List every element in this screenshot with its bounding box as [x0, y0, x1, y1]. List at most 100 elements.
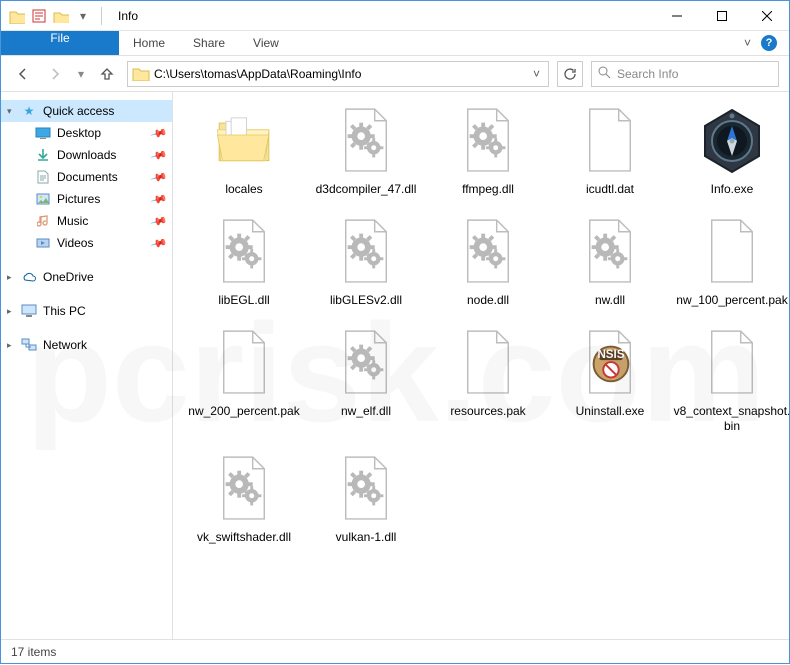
file-item[interactable]: ffmpeg.dll: [429, 104, 547, 197]
file-thumb: [326, 215, 406, 289]
sidebar-label: Videos: [57, 236, 93, 250]
pin-icon: 📌: [150, 190, 168, 208]
desktop-icon: [35, 125, 51, 141]
ribbon-tab-home[interactable]: Home: [119, 31, 179, 55]
file-item[interactable]: icudtl.dat: [551, 104, 669, 197]
sidebar-item-videos[interactable]: Videos📌: [1, 232, 172, 254]
file-item[interactable]: libGLESv2.dll: [307, 215, 425, 308]
file-list[interactable]: locales d3dcompiler_47.dll ffmpeg.dllicudt…: [173, 92, 789, 639]
file-item[interactable]: Info.exe: [673, 104, 789, 197]
file-item[interactable]: resources.pak: [429, 326, 547, 434]
address-bar[interactable]: C:\Users\tomas\AppData\Roaming\Info ˅: [127, 61, 549, 87]
navbar: ▾ C:\Users\tomas\AppData\Roaming\Info ˅ …: [1, 56, 789, 92]
ribbon-expand-icon[interactable]: ˅: [744, 36, 751, 50]
pin-icon: 📌: [150, 212, 168, 230]
qat-dropdown-icon[interactable]: ▾: [75, 8, 91, 24]
file-name: vk_swiftshader.dll: [197, 530, 291, 545]
ribbon-tab-share[interactable]: Share: [179, 31, 239, 55]
file-thumb: [326, 326, 406, 400]
new-folder-icon[interactable]: [53, 8, 69, 24]
sidebar-item-this-pc[interactable]: ▸ This PC: [1, 300, 172, 322]
sidebar-item-music[interactable]: Music📌: [1, 210, 172, 232]
file-name: d3dcompiler_47.dll: [316, 182, 417, 197]
address-dropdown-icon[interactable]: ˅: [529, 67, 544, 81]
ribbon-tab-file[interactable]: File: [1, 31, 119, 55]
sidebar-item-network[interactable]: ▸ Network: [1, 334, 172, 356]
file-thumb: [692, 104, 772, 178]
sidebar-item-downloads[interactable]: Downloads📌: [1, 144, 172, 166]
file-item[interactable]: node.dll: [429, 215, 547, 308]
pc-icon: [21, 303, 37, 319]
file-item[interactable]: nw.dll: [551, 215, 669, 308]
chevron-right-icon[interactable]: ▸: [7, 272, 12, 283]
file-item[interactable]: locales: [185, 104, 303, 197]
documents-icon: [35, 169, 51, 185]
maximize-button[interactable]: [699, 1, 744, 30]
window-title: Info: [114, 9, 654, 23]
sidebar-label: Desktop: [57, 126, 101, 140]
ribbon-tab-view[interactable]: View: [239, 31, 293, 55]
sidebar-item-onedrive[interactable]: ▸ OneDrive: [1, 266, 172, 288]
file-thumb: [692, 215, 772, 289]
main: ▾ ★ Quick access Desktop📌Downloads📌Docum…: [1, 92, 789, 639]
chevron-right-icon[interactable]: ▸: [7, 340, 12, 351]
file-thumb: [692, 326, 772, 400]
file-thumb: [448, 104, 528, 178]
sidebar-label: OneDrive: [43, 270, 94, 284]
file-item[interactable]: v8_context_snapshot.bin: [673, 326, 789, 434]
file-name: nw.dll: [595, 293, 625, 308]
up-button[interactable]: [95, 62, 119, 86]
chevron-right-icon[interactable]: ▸: [7, 306, 12, 317]
file-item[interactable]: nw_elf.dll: [307, 326, 425, 434]
file-thumb: [448, 326, 528, 400]
sidebar-label: Documents: [57, 170, 118, 184]
file-item[interactable]: vk_swiftshader.dll: [185, 452, 303, 545]
sidebar-label: This PC: [43, 304, 86, 318]
file-item[interactable]: d3dcompiler_47.dll: [307, 104, 425, 197]
pin-icon: 📌: [150, 124, 168, 142]
sidebar-item-documents[interactable]: Documents 📌: [1, 166, 172, 188]
minimize-button[interactable]: [654, 1, 699, 30]
file-thumb: [570, 104, 650, 178]
file-name: nw_100_percent.pak: [676, 293, 787, 308]
file-thumb: [570, 326, 650, 400]
file-item[interactable]: Uninstall.exe: [551, 326, 669, 434]
help-icon[interactable]: ?: [761, 35, 777, 51]
search-placeholder: Search Info: [617, 67, 678, 81]
refresh-button[interactable]: [557, 61, 583, 87]
back-button[interactable]: [11, 62, 35, 86]
pin-icon: 📌: [150, 168, 168, 186]
sidebar-item-desktop[interactable]: Desktop 📌: [1, 122, 172, 144]
file-item[interactable]: libEGL.dll: [185, 215, 303, 308]
search-icon: [598, 66, 611, 82]
file-item[interactable]: nw_200_percent.pak: [185, 326, 303, 434]
sidebar-label: Quick access: [43, 104, 114, 118]
close-button[interactable]: [744, 1, 789, 30]
address-text[interactable]: C:\Users\tomas\AppData\Roaming\Info: [154, 67, 529, 81]
file-item[interactable]: nw_100_percent.pak: [673, 215, 789, 308]
properties-icon[interactable]: [31, 8, 47, 24]
search-input[interactable]: Search Info: [591, 61, 779, 87]
navigation-pane[interactable]: ▾ ★ Quick access Desktop📌Downloads📌Docum…: [1, 92, 173, 639]
ribbon: File Home Share View ˅ ?: [1, 31, 789, 56]
recent-dropdown-icon[interactable]: ▾: [75, 62, 87, 86]
file-thumb: [326, 452, 406, 526]
file-thumb: [204, 104, 284, 178]
sidebar-item-quick-access[interactable]: ▾ ★ Quick access: [1, 100, 172, 122]
downloads-icon: [35, 147, 51, 163]
file-name: Info.exe: [711, 182, 754, 197]
folder-icon: [9, 8, 25, 24]
file-name: resources.pak: [450, 404, 525, 419]
file-name: Uninstall.exe: [576, 404, 645, 419]
window-controls: [654, 1, 789, 30]
quick-access-toolbar: ▾: [1, 7, 114, 25]
chevron-down-icon[interactable]: ▾: [7, 106, 12, 117]
file-name: nw_200_percent.pak: [188, 404, 299, 419]
file-thumb: [570, 215, 650, 289]
file-name: v8_context_snapshot.bin: [673, 404, 789, 434]
file-item[interactable]: vulkan-1.dll: [307, 452, 425, 545]
forward-button[interactable]: [43, 62, 67, 86]
file-name: nw_elf.dll: [341, 404, 391, 419]
sidebar-item-pictures[interactable]: Pictures📌: [1, 188, 172, 210]
pin-icon: 📌: [150, 146, 168, 164]
